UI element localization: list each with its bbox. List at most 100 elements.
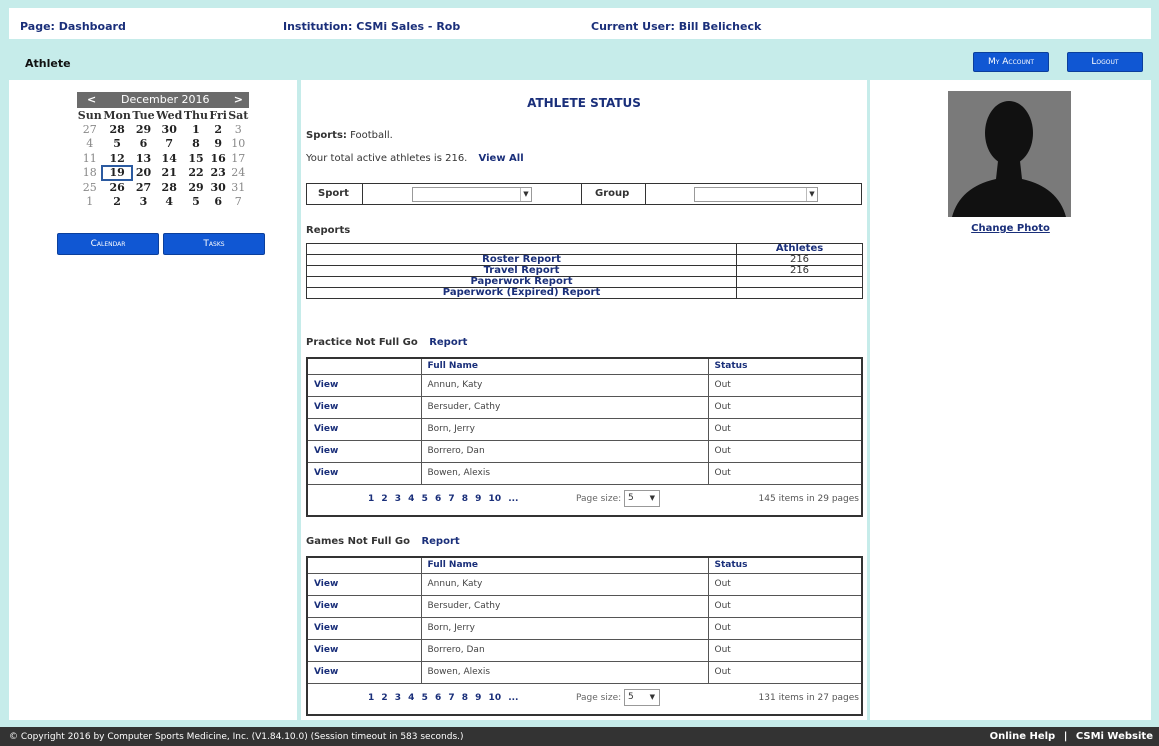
calendar-day[interactable]: 4: [155, 195, 183, 210]
calendar-day[interactable]: 28: [155, 180, 183, 195]
view-link[interactable]: View: [306, 616, 422, 640]
view-link[interactable]: View: [306, 373, 422, 397]
calendar-day[interactable]: 30: [209, 180, 228, 195]
games-report-link[interactable]: Report: [421, 536, 459, 547]
calendar-day[interactable]: 24: [228, 166, 249, 181]
csmi-website-link[interactable]: CSMi Website: [1076, 731, 1153, 742]
calendar-day[interactable]: 23: [209, 166, 228, 181]
calendar-day[interactable]: 4: [77, 137, 102, 152]
calendar-day[interactable]: 21: [155, 166, 183, 181]
sports-value: Football.: [350, 130, 393, 141]
reports-label: Reports: [306, 225, 351, 236]
calendar-next-button[interactable]: >: [234, 93, 243, 106]
calendar-day[interactable]: 15: [183, 151, 209, 166]
athlete-name: Borrero, Dan: [420, 439, 709, 463]
calendar-day[interactable]: 8: [183, 137, 209, 152]
calendar-day[interactable]: 26: [102, 180, 131, 195]
pager: 1 2 3 4 5 6 7 8 9 10 ... Page size: 5 ▼ …: [308, 485, 861, 515]
calendar-day[interactable]: 9: [209, 137, 228, 152]
calendar-day[interactable]: 28: [102, 122, 131, 137]
view-link[interactable]: View: [306, 660, 422, 684]
calendar-day[interactable]: 2: [209, 122, 228, 137]
view-link[interactable]: View: [306, 439, 422, 463]
sport-select[interactable]: ▼: [412, 187, 532, 202]
calendar-week: 18 19 20 21 22 23 24: [77, 164, 249, 181]
view-link[interactable]: View: [306, 417, 422, 441]
chevron-down-icon: ▼: [649, 493, 655, 502]
calendar-day[interactable]: 7: [228, 195, 249, 210]
calendar-day[interactable]: 16: [209, 151, 228, 166]
calendar-weekday-row: Sun Mon Tue Wed Thu Fri Sat: [77, 108, 249, 122]
calendar-day[interactable]: 17: [228, 151, 249, 166]
calendar-day[interactable]: 13: [132, 151, 156, 166]
roster-report-link[interactable]: Roster Report: [306, 254, 737, 266]
calendar-day[interactable]: 1: [183, 122, 209, 137]
weekday-label: Sat: [228, 108, 249, 122]
calendar-widget: < December 2016 > Sun Mon Tue Wed Thu Fr…: [77, 92, 249, 209]
calendar-day[interactable]: 5: [183, 195, 209, 210]
travel-report-link[interactable]: Travel Report: [306, 265, 737, 277]
calendar-day[interactable]: 29: [183, 180, 209, 195]
calendar-day[interactable]: 12: [102, 151, 131, 166]
calendar-day[interactable]: 5: [102, 137, 131, 152]
divider: [581, 184, 582, 204]
view-link[interactable]: View: [306, 638, 422, 662]
athlete-status: Out: [707, 439, 863, 463]
report-count: [736, 287, 863, 299]
page-size-select[interactable]: 5 ▼: [624, 489, 660, 507]
calendar-day[interactable]: 22: [183, 166, 209, 181]
filter-row: Sport ▼ Group ▼: [306, 183, 862, 205]
calendar-day[interactable]: 3: [228, 122, 249, 137]
calendar-day[interactable]: 2: [102, 195, 131, 210]
calendar-day[interactable]: 25: [77, 180, 102, 195]
paperwork-expired-report-link[interactable]: Paperwork (Expired) Report: [306, 287, 737, 299]
logout-button[interactable]: Logout: [1067, 52, 1143, 72]
calendar-day[interactable]: 18: [77, 166, 102, 181]
calendar-day[interactable]: 10: [228, 137, 249, 152]
calendar-day[interactable]: 30: [155, 122, 183, 137]
calendar-day[interactable]: 6: [209, 195, 228, 210]
group-select[interactable]: ▼: [694, 187, 818, 202]
calendar-day[interactable]: 31: [228, 180, 249, 195]
avatar: [948, 91, 1071, 217]
header-empty: [306, 357, 422, 375]
calendar-day[interactable]: 7: [155, 137, 183, 152]
status-column-header[interactable]: Status: [707, 556, 863, 574]
change-photo-link[interactable]: Change Photo: [870, 223, 1151, 234]
calendar-day[interactable]: 6: [132, 137, 156, 152]
view-link[interactable]: View: [306, 461, 422, 485]
calendar-day[interactable]: 14: [155, 151, 183, 166]
calendar-day[interactable]: 20: [132, 166, 156, 181]
online-help-link[interactable]: Online Help: [990, 731, 1056, 742]
calendar-day[interactable]: 27: [77, 122, 102, 137]
calendar-week: 4 5 6 7 8 9 10: [77, 137, 249, 152]
calendar-day[interactable]: 11: [77, 151, 102, 166]
calendar-day[interactable]: 3: [132, 195, 156, 210]
paperwork-report-link[interactable]: Paperwork Report: [306, 276, 737, 288]
tasks-button[interactable]: Tasks: [163, 233, 265, 255]
page-size-select[interactable]: 5 ▼: [624, 688, 660, 706]
calendar-day[interactable]: 1: [77, 195, 102, 210]
view-link[interactable]: View: [306, 572, 422, 596]
calendar-day[interactable]: 29: [132, 122, 156, 137]
my-account-button[interactable]: My Account: [973, 52, 1049, 72]
view-link[interactable]: View: [306, 594, 422, 618]
page-links[interactable]: 1 2 3 4 5 6 7 8 9 10 ...: [368, 693, 518, 703]
calendar-day[interactable]: 27: [132, 180, 156, 195]
view-link[interactable]: View: [306, 395, 422, 419]
reports-header-row: Athletes: [306, 243, 863, 255]
games-table: Full Name Status View Annun, Katy Out Vi…: [306, 556, 863, 716]
weekday-label: Thu: [183, 108, 209, 122]
status-column-header[interactable]: Status: [707, 357, 863, 375]
sports-label: Sports:: [306, 130, 347, 141]
athlete-status: Out: [707, 594, 863, 618]
practice-report-link[interactable]: Report: [429, 337, 467, 348]
fullname-column-header[interactable]: Full Name: [420, 357, 709, 375]
view-all-link[interactable]: View All: [479, 153, 524, 164]
calendar-day-today[interactable]: 19: [101, 164, 133, 181]
calendar-button[interactable]: Calendar: [57, 233, 159, 255]
athlete-status-heading: ATHLETE STATUS: [527, 96, 641, 110]
calendar-prev-button[interactable]: <: [87, 93, 96, 106]
fullname-column-header[interactable]: Full Name: [420, 556, 709, 574]
page-links[interactable]: 1 2 3 4 5 6 7 8 9 10 ...: [368, 494, 518, 504]
